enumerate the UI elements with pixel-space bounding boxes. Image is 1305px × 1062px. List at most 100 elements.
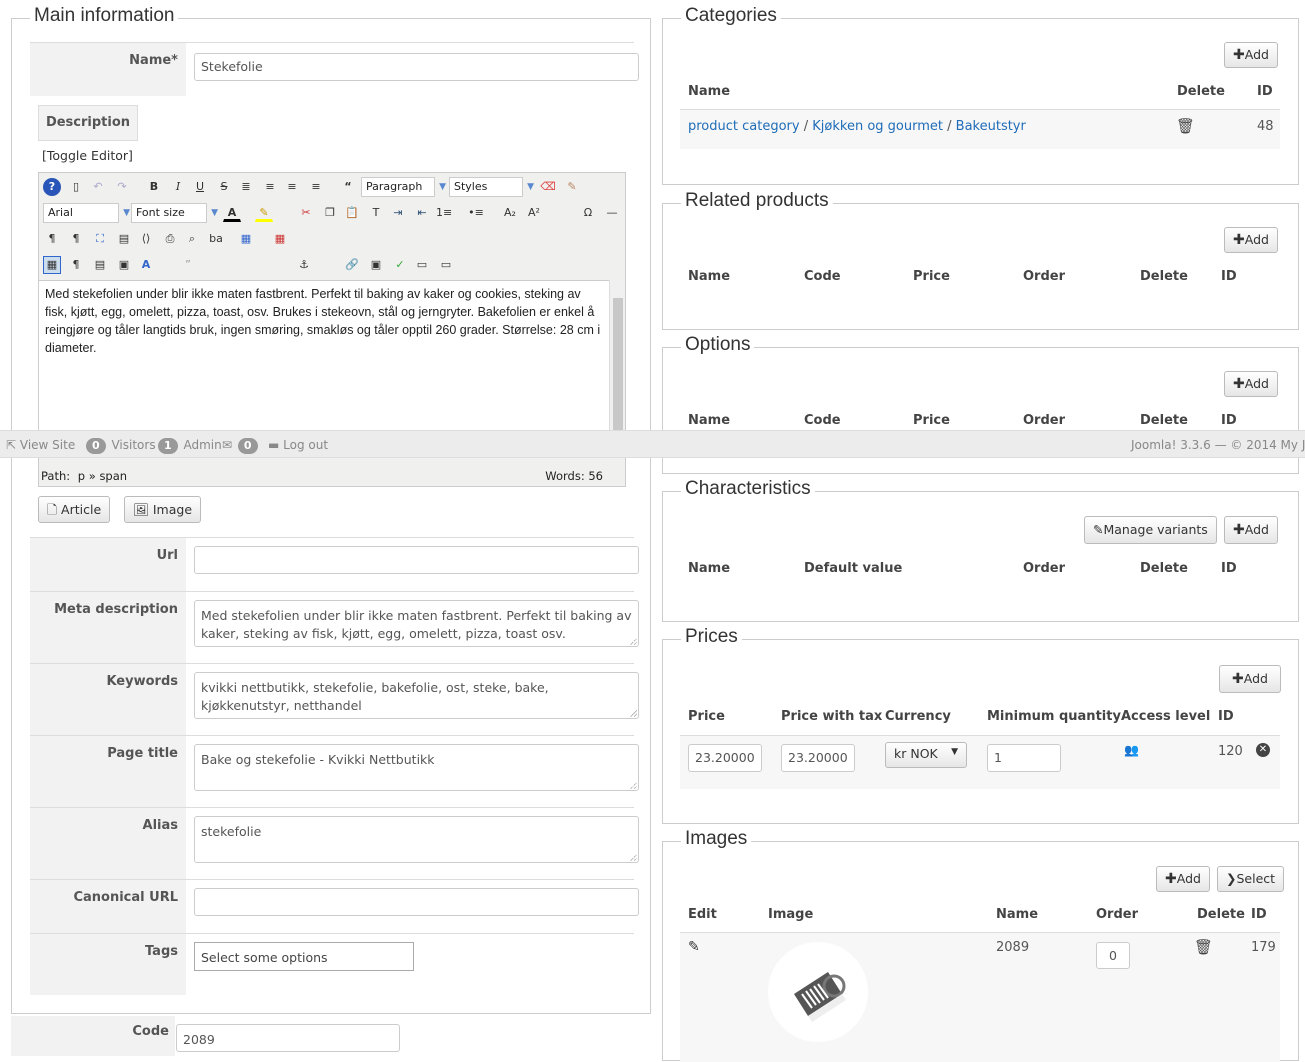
subscript-icon[interactable]: A₂ bbox=[501, 204, 519, 222]
description-tab[interactable]: Description bbox=[38, 105, 138, 141]
toggle-editor-link[interactable]: [Toggle Editor] bbox=[42, 148, 133, 163]
image-order-input[interactable]: 0 bbox=[1096, 942, 1130, 969]
styles-icon[interactable]: A bbox=[137, 256, 155, 274]
prices-add-button[interactable]: ✚Add bbox=[1219, 665, 1281, 693]
underline-icon[interactable]: U bbox=[191, 178, 209, 196]
keywords-textarea[interactable]: kvikki nettbutikk, stekefolie, bakefolie… bbox=[194, 672, 639, 719]
citation-icon[interactable]: ” bbox=[179, 256, 197, 274]
show-blocks-icon[interactable]: ¶ bbox=[67, 256, 85, 274]
align-left-icon[interactable]: ≡ bbox=[283, 178, 301, 196]
editor-scrollbar-thumb[interactable] bbox=[613, 298, 623, 448]
font-family-select[interactable]: Arial bbox=[43, 203, 130, 223]
min-qty-input[interactable]: 1 bbox=[987, 744, 1061, 772]
unordered-list-icon[interactable]: •≡ bbox=[467, 204, 485, 222]
price-input[interactable]: 23.20000 bbox=[688, 744, 762, 772]
blockquote-icon[interactable]: “ bbox=[339, 178, 357, 196]
manage-variants-button[interactable]: ✎Manage variants bbox=[1084, 516, 1217, 544]
canonical-url-input[interactable] bbox=[194, 888, 639, 916]
fullscreen-icon[interactable]: ⛶ bbox=[91, 230, 109, 248]
name-input[interactable]: Stekefolie bbox=[194, 53, 639, 81]
bold-icon[interactable]: B bbox=[145, 178, 163, 196]
product-thumbnail[interactable] bbox=[768, 942, 868, 1042]
rtl-icon[interactable]: ¶ bbox=[67, 230, 85, 248]
highlight-color-icon[interactable]: ✎ bbox=[255, 204, 273, 222]
horizontal-rule-icon[interactable]: — bbox=[603, 204, 621, 222]
cut-icon[interactable]: ✂ bbox=[297, 204, 315, 222]
italic-icon[interactable]: I bbox=[169, 178, 187, 196]
tags-select[interactable]: Select some options bbox=[194, 942, 414, 971]
redo-icon[interactable]: ↷ bbox=[113, 178, 131, 196]
indent-icon[interactable]: ⇥ bbox=[389, 204, 407, 222]
print-icon[interactable]: ⎙ bbox=[161, 230, 179, 248]
font-size-select[interactable]: Font size bbox=[131, 203, 218, 223]
search-icon[interactable]: ⌕ bbox=[183, 230, 201, 248]
remove-format-icon[interactable]: ⌫ bbox=[539, 178, 557, 196]
price-tax-input[interactable]: 23.20000 bbox=[781, 744, 855, 772]
trash-icon[interactable]: 🗑 bbox=[1176, 117, 1195, 135]
insert-table-icon[interactable]: ▦ bbox=[237, 230, 255, 248]
access-level-icon[interactable]: 👥 bbox=[1124, 743, 1139, 757]
html-source-icon[interactable]: ⟨⟩ bbox=[137, 230, 155, 248]
anchor-icon[interactable]: ⚓ bbox=[295, 256, 313, 274]
template-icon[interactable]: ▤ bbox=[91, 256, 109, 274]
currency-select[interactable]: kr NOK ▼ bbox=[885, 742, 967, 768]
pencil-icon[interactable]: ✎ bbox=[688, 939, 700, 955]
category-crumb-2[interactable]: Kjøkken og gourmet bbox=[812, 119, 943, 134]
link-icon[interactable]: 🔗 bbox=[343, 256, 361, 274]
spellcheck-icon[interactable]: ✓ bbox=[391, 256, 409, 274]
align-center-icon[interactable]: ≡ bbox=[261, 178, 279, 196]
categories-add-button[interactable]: ✚Add bbox=[1224, 42, 1278, 68]
view-site-link[interactable]: ⇱ View Site bbox=[6, 431, 75, 459]
manage-variants-label: Manage variants bbox=[1103, 522, 1208, 537]
image-insert-icon[interactable]: ▣ bbox=[115, 256, 133, 274]
readmore-icon[interactable]: ▭ bbox=[437, 256, 455, 274]
preview-icon[interactable]: ▤ bbox=[115, 230, 133, 248]
url-input[interactable] bbox=[194, 546, 639, 574]
paste-text-icon[interactable]: T bbox=[367, 204, 385, 222]
alias-textarea[interactable]: stekefolie bbox=[194, 816, 639, 863]
editor-scrollbar[interactable] bbox=[609, 280, 625, 452]
messages-item[interactable]: ✉ 0 bbox=[222, 431, 260, 459]
visual-aid-icon[interactable]: ▦ bbox=[43, 256, 61, 274]
options-add-button[interactable]: ✚Add bbox=[1224, 371, 1278, 397]
category-crumb-1[interactable]: product category bbox=[688, 119, 800, 134]
paste-icon[interactable]: 📋 bbox=[343, 204, 361, 222]
format-select[interactable]: Paragraph bbox=[361, 177, 446, 197]
align-right-icon[interactable]: ≡ bbox=[307, 178, 325, 196]
pagebreak-icon[interactable]: ▭ bbox=[413, 256, 431, 274]
article-button[interactable]: 🗋 Article bbox=[38, 496, 111, 523]
logout-link[interactable]: ▬ Log out bbox=[268, 431, 328, 459]
characteristics-add-button[interactable]: ✚Add bbox=[1224, 516, 1278, 544]
help-icon[interactable]: ? bbox=[43, 178, 61, 196]
visitors-item[interactable]: 0 Visitors bbox=[84, 431, 156, 459]
copy-icon[interactable]: ❐ bbox=[321, 204, 339, 222]
delete-table-icon[interactable]: ▦ bbox=[271, 230, 289, 248]
trash-icon[interactable]: 🗑 bbox=[1194, 938, 1213, 956]
remove-price-icon[interactable]: ✕ bbox=[1256, 743, 1270, 757]
page-title-textarea[interactable]: Bake og stekefolie - Kvikki Nettbutikk bbox=[194, 744, 639, 791]
superscript-icon[interactable]: A² bbox=[525, 204, 543, 222]
text-color-icon[interactable]: A bbox=[223, 204, 241, 222]
media-icon[interactable]: ▣ bbox=[367, 256, 385, 274]
outdent-icon[interactable]: ⇤ bbox=[413, 204, 431, 222]
justify-full-icon[interactable]: ≣ bbox=[237, 178, 255, 196]
undo-icon[interactable]: ↶ bbox=[89, 178, 107, 196]
related-add-button[interactable]: ✚Add bbox=[1224, 227, 1278, 253]
admin-item[interactable]: 1 Admin bbox=[156, 431, 222, 459]
cleanup-icon[interactable]: ✎ bbox=[563, 178, 581, 196]
editor-content[interactable]: Med stekefolien under blir ikke maten fa… bbox=[39, 280, 609, 452]
code-input[interactable]: 2089 bbox=[176, 1024, 400, 1052]
ordered-list-icon[interactable]: 1≡ bbox=[435, 204, 453, 222]
images-add-button[interactable]: ✚Add bbox=[1156, 866, 1210, 892]
prices-col-price: Price bbox=[688, 709, 725, 724]
charmap-icon[interactable]: Ω bbox=[579, 204, 597, 222]
new-document-icon[interactable]: ▯ bbox=[67, 178, 85, 196]
category-crumb-3[interactable]: Bakeutstyr bbox=[956, 119, 1026, 134]
replace-icon[interactable]: ba bbox=[207, 230, 225, 248]
styles-select[interactable]: Styles bbox=[449, 177, 534, 197]
ltr-icon[interactable]: ¶ bbox=[43, 230, 61, 248]
strikethrough-icon[interactable]: S bbox=[215, 178, 233, 196]
image-button[interactable]: 🖼 Image bbox=[124, 496, 202, 523]
meta-description-textarea[interactable]: Med stekefolien under blir ikke maten fa… bbox=[194, 600, 639, 647]
images-select-button[interactable]: ❯Select bbox=[1217, 866, 1285, 892]
